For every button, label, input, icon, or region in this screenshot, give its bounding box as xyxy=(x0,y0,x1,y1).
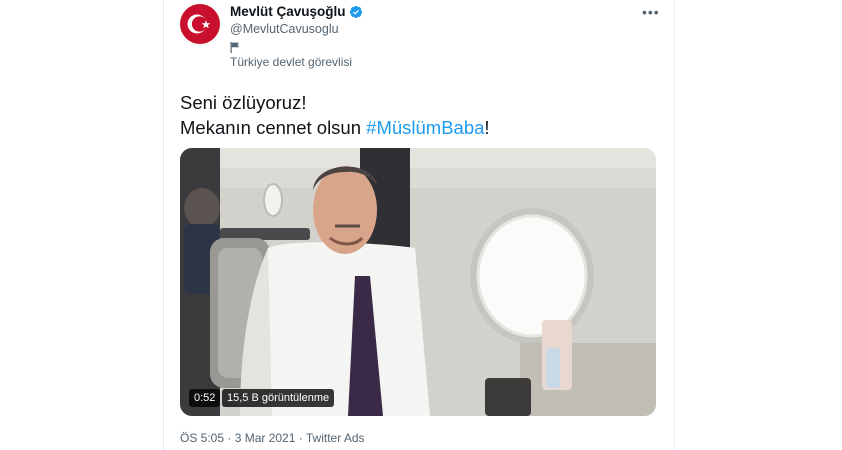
government-label[interactable]: Türkiye devlet görevlisi xyxy=(230,55,352,69)
video-duration: 0:52 xyxy=(189,389,221,407)
tweet-line-2-end: ! xyxy=(484,117,490,138)
tweet-meta: ÖS 5:05 · 3 Mar 2021 · Twitter Ads xyxy=(180,431,365,445)
hashtag-link[interactable]: #MüslümBaba xyxy=(366,117,484,138)
tweet-line-2: Mekanın cennet olsun #MüslümBaba! xyxy=(180,115,490,140)
meta-separator: · xyxy=(224,431,235,445)
flag-icon xyxy=(230,42,239,53)
more-dots-icon[interactable]: ••• xyxy=(642,4,660,20)
tweet-source[interactable]: Twitter Ads xyxy=(306,431,365,445)
author-name-row: Mevlüt Çavuşoğlu xyxy=(230,4,363,19)
tweet-line-2-text: Mekanın cennet olsun xyxy=(180,117,367,138)
video-player[interactable] xyxy=(180,148,656,416)
tweet-text: Seni özlüyoruz! Mekanın cennet olsun #Mü… xyxy=(180,90,490,140)
turkey-flag-icon xyxy=(180,4,220,44)
video-frame xyxy=(180,148,656,416)
verified-badge-icon xyxy=(349,5,362,18)
author-avatar[interactable] xyxy=(180,4,220,44)
tweet-time[interactable]: ÖS 5:05 xyxy=(180,431,224,445)
meta-separator: · xyxy=(295,431,306,445)
tweet-line-1: Seni özlüyoruz! xyxy=(180,92,307,113)
author-name[interactable]: Mevlüt Çavuşoğlu xyxy=(230,4,346,19)
author-handle[interactable]: @MevlutCavusoglu xyxy=(230,22,339,36)
video-view-count: 15,5 B görüntülenme xyxy=(222,389,335,407)
tweet-date[interactable]: 3 Mar 2021 xyxy=(235,431,296,445)
